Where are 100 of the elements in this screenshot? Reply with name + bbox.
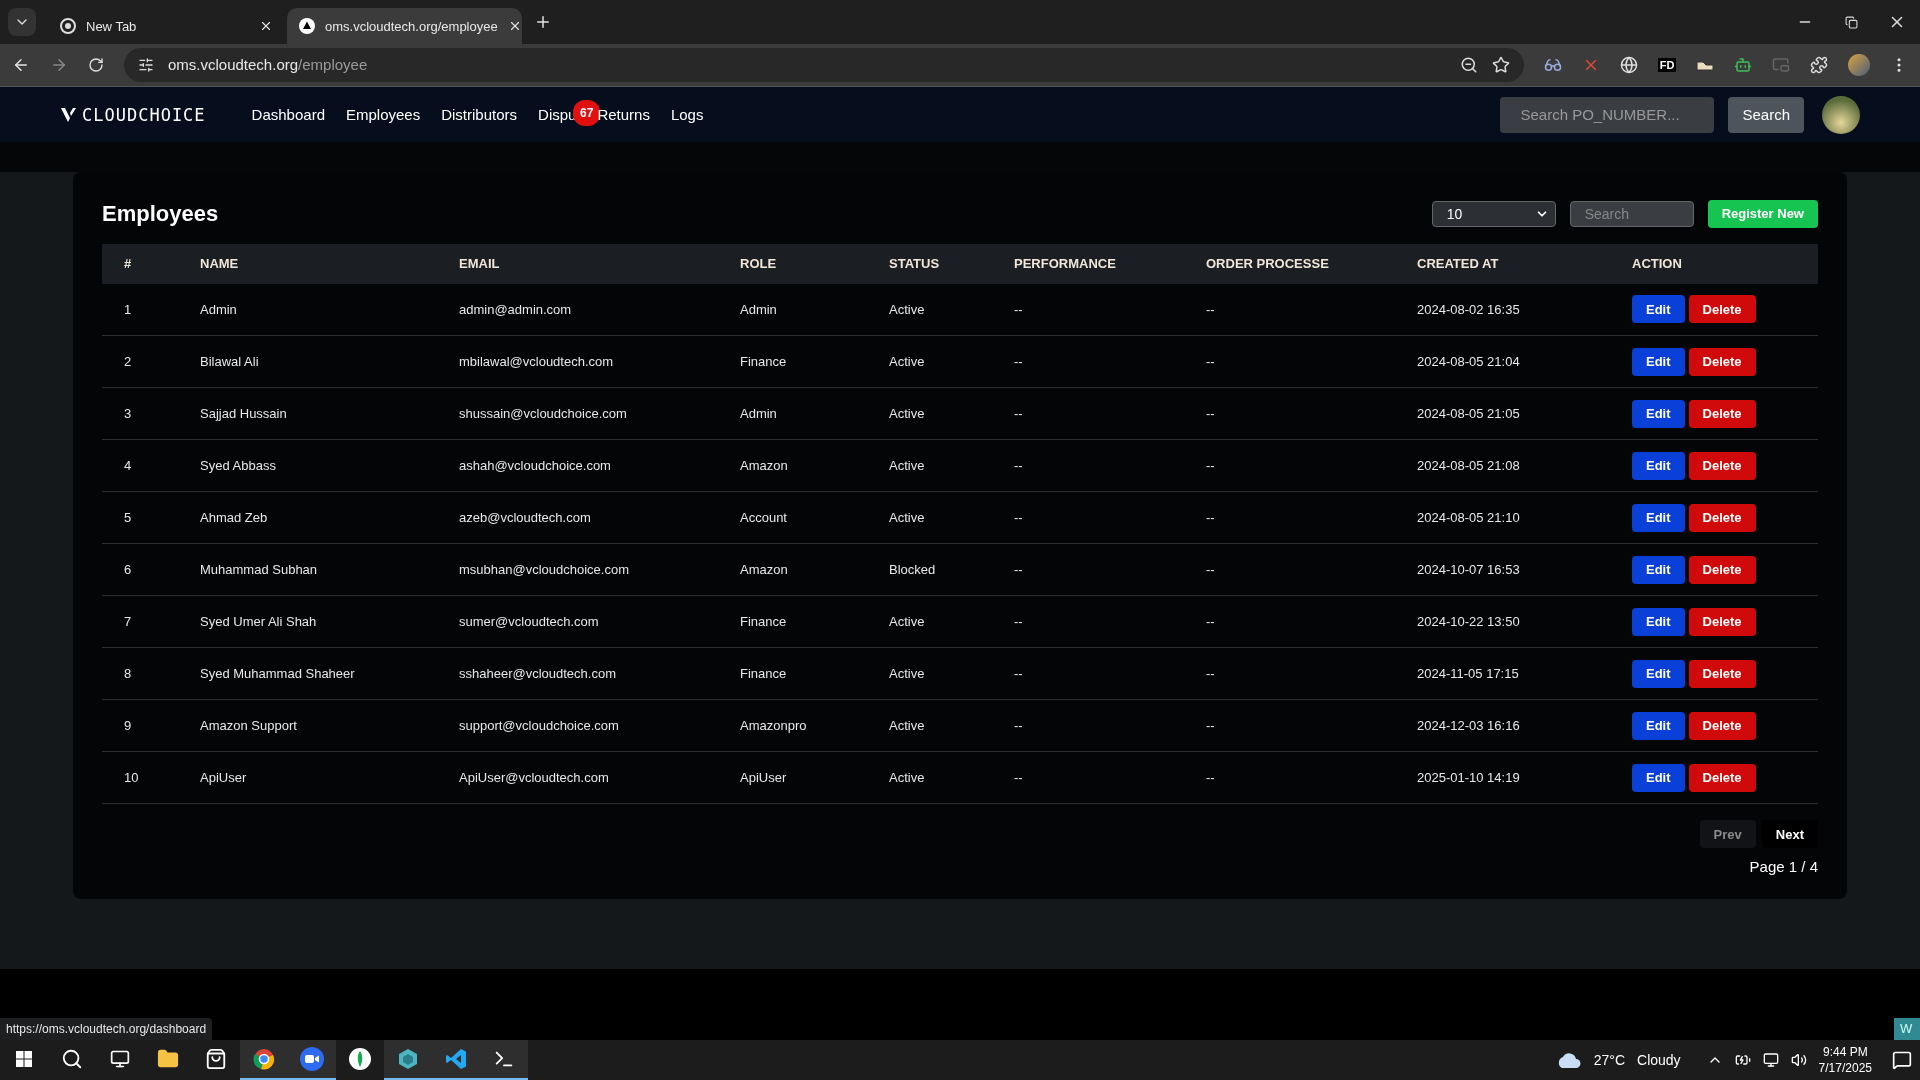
task-view-icon[interactable] [110,1049,130,1069]
table-cell: Amazon [740,458,788,473]
page-title: Employees [102,200,219,227]
column-header: EMAIL [459,256,500,271]
table-cell: -- [1014,562,1023,577]
url-text: oms.vcloudtech.org/employee [168,56,369,74]
network-icon[interactable] [1762,1052,1779,1068]
table-cell: Account [740,510,787,525]
battery-icon[interactable] [1734,1052,1751,1068]
delete-button[interactable]: Delete [1688,659,1756,688]
bag-icon [205,1048,227,1070]
close-tab-icon[interactable] [259,19,273,33]
delete-button[interactable]: Delete [1688,451,1756,480]
weather-temperature: 27°C [1593,1052,1625,1068]
table-cell: -- [1206,770,1215,785]
table-cell: -- [1206,354,1215,369]
edit-button[interactable]: Edit [1632,555,1685,584]
taskbar-app[interactable] [240,1040,288,1080]
address-bar[interactable]: oms.vcloudtech.org/employee [124,47,1524,82]
column-header: CREATED AT [1417,256,1499,271]
robot-icon[interactable] [1734,55,1752,74]
table-cell: -- [1014,614,1023,629]
po-search-field[interactable]: Search PO_NUMBER... [1500,96,1715,133]
table-cell: sumer@vcloudtech.com [459,614,599,629]
edit-button[interactable]: Edit [1632,347,1685,376]
delete-button[interactable]: Delete [1688,607,1756,636]
search-button[interactable]: Search [1728,96,1804,133]
new-tab-icon[interactable] [534,13,552,31]
table-cell: 8 [124,666,132,681]
delete-button[interactable]: Delete [1688,503,1756,532]
browser-tab[interactable]: New Tab [48,8,283,44]
edit-button[interactable]: Edit [1632,295,1685,324]
table-cell: Sajjad Hussain [200,406,287,421]
globe-icon[interactable] [1620,55,1638,74]
edit-button[interactable]: Edit [1632,607,1685,636]
table-cell: 2024-11-05 17:15 [1417,666,1519,681]
edit-button[interactable]: Edit [1632,399,1685,428]
table-cell: Bilawal Ali [200,354,259,369]
user-avatar[interactable] [1822,95,1860,134]
extensions-icon[interactable] [1810,55,1828,74]
table-cell: 6 [124,562,132,577]
zoom-icon[interactable] [1460,55,1478,74]
extension-icon[interactable]: FD [1657,57,1677,72]
edit-button[interactable]: Edit [1632,503,1685,532]
table-cell: 2024-08-05 21:08 [1417,458,1520,473]
table-cell: Active [889,510,925,525]
browser-tab[interactable]: oms.vcloudtech.org/employee [287,8,522,44]
search-icon[interactable] [61,1048,83,1070]
nav-link[interactable]: Dashboard [251,105,325,123]
browser-icon [253,1048,275,1070]
notification-icon[interactable] [1892,1050,1912,1070]
delete-button[interactable]: Delete [1688,347,1756,376]
next-button[interactable]: Next [1761,820,1818,848]
site-settings-icon[interactable] [138,56,154,73]
taskbar-app[interactable] [384,1040,432,1080]
reload-icon[interactable] [88,56,104,73]
taskbar-app[interactable] [480,1040,528,1080]
table-cell: Finance [740,666,787,681]
column-header: PERFORMANCE [1014,256,1116,271]
column-header: NAME [200,256,239,271]
edit-button[interactable]: Edit [1632,451,1685,480]
edit-button[interactable]: Edit [1632,711,1685,740]
table-cell: -- [1014,301,1023,317]
bookmark-star-icon[interactable] [1492,55,1510,74]
edit-button[interactable]: Edit [1632,763,1685,792]
table-cell: -- [1014,666,1023,681]
table-cell: Admin [740,301,777,317]
table-cell: 2024-08-02 16:35 [1417,301,1520,317]
profile-avatar[interactable] [1848,53,1870,76]
nav-link[interactable]: Logs [670,105,704,123]
delete-button[interactable]: Delete [1688,555,1756,584]
nav-link[interactable]: Employees [346,105,421,123]
page-info: Page 1 / 4 [1749,858,1818,875]
edit-button[interactable]: Edit [1632,659,1685,688]
table-cell: Syed Muhammad Shaheer [200,666,355,681]
delete-button[interactable]: Delete [1688,295,1756,324]
volume-icon[interactable] [1790,1052,1807,1068]
nav-link[interactable]: Distributors [441,105,518,123]
table-cell: msubhan@vcloudchoice.com [459,562,629,577]
table-cell: Amazon [740,562,788,577]
restore-icon[interactable] [1844,15,1858,29]
taskbar-app[interactable] [288,1040,336,1080]
table-cell: Admin [200,301,237,317]
table-cell: Amazonpro [740,718,807,733]
tab-title: New Tab [86,18,138,34]
video-call-icon [300,1047,324,1071]
search-field[interactable]: Search [1569,200,1694,227]
table-cell: 2024-10-07 16:53 [1417,562,1520,577]
delete-button[interactable]: Delete [1688,399,1756,428]
table-cell: Finance [740,614,787,629]
table-cell: azeb@vcloudtech.com [459,510,591,525]
table-cell: Active [889,770,925,785]
table-cell: -- [1206,562,1215,577]
tab-list-button[interactable] [8,8,36,36]
clock-time: 9:44 PM [1822,1044,1868,1060]
page-size-select[interactable]: 10 [1431,200,1556,227]
delete-button[interactable]: Delete [1688,711,1756,740]
table-cell: -- [1014,406,1023,421]
weather-condition: Cloudy [1637,1052,1681,1068]
delete-button[interactable]: Delete [1688,763,1756,792]
